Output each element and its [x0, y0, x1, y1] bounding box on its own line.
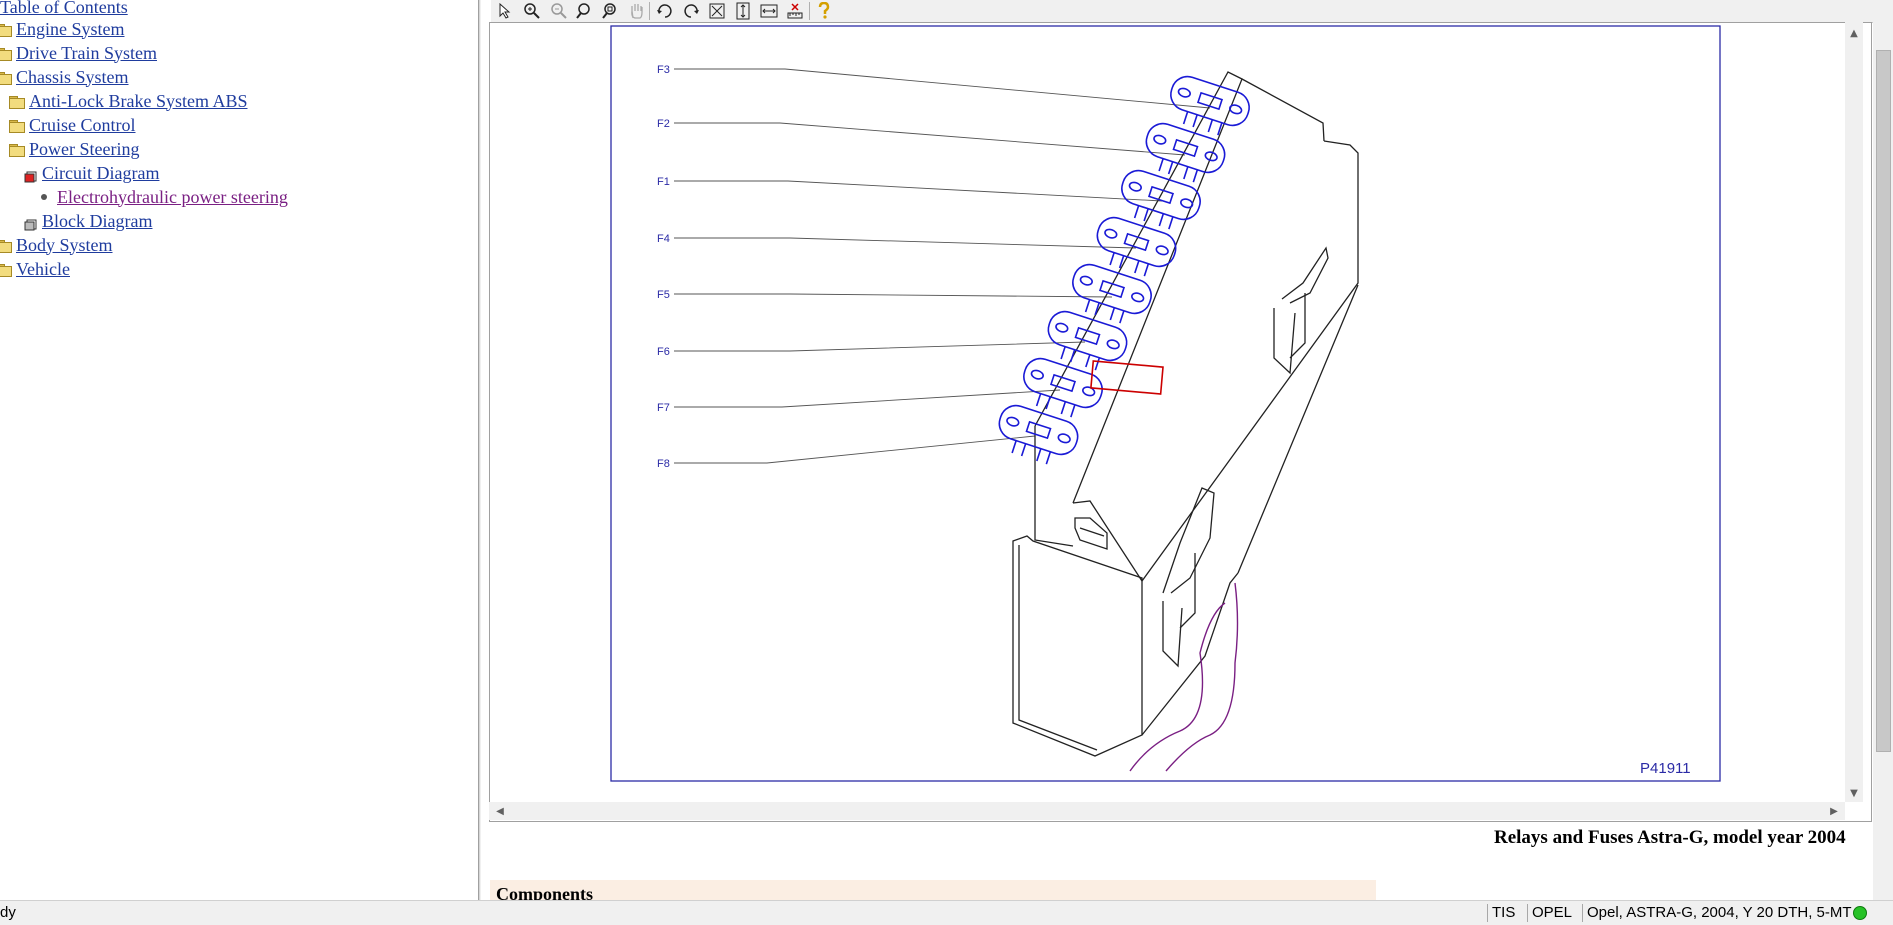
tree-item-label[interactable]: Engine System [16, 19, 125, 40]
drawing-viewer[interactable]: F3 F2 F1 F4 F5 F6 F7 F8 P41911 [489, 22, 1872, 822]
scroll-left-icon[interactable]: ◀ [491, 802, 509, 820]
folder-icon [0, 239, 12, 253]
pane-splitter[interactable] [478, 0, 481, 900]
tree-item-electrohydraulic[interactable]: Electrohydraulic power steering [38, 185, 288, 209]
fuse-label-f8: F8 [657, 458, 670, 470]
block-diagram-icon [24, 215, 37, 231]
circuit-diagram-icon [24, 167, 37, 183]
status-brand: OPEL [1527, 904, 1583, 922]
folder-icon [0, 23, 12, 37]
zoom-icon[interactable] [575, 1, 595, 21]
tree-item-vehicle[interactable]: Vehicle [0, 257, 70, 281]
tree-item-body-system[interactable]: Body System [0, 233, 113, 257]
status-system: TIS [1487, 904, 1528, 922]
fuse-label-f6: F6 [657, 346, 670, 358]
tree-item-label[interactable]: Body System [16, 235, 113, 256]
tree-item-engine-system[interactable]: Engine System [0, 17, 125, 41]
fuse-label-f7: F7 [657, 402, 670, 414]
rotate-left-icon[interactable] [655, 1, 675, 21]
tree-item-chassis-system[interactable]: Chassis System [0, 65, 129, 89]
fuse-label-f5: F5 [657, 289, 670, 301]
tree-item-block-diagram[interactable]: Block Diagram [24, 209, 152, 233]
tree-item-drive-train[interactable]: Drive Train System [0, 41, 157, 65]
tree-item-label[interactable]: Drive Train System [16, 43, 157, 64]
fuse-box-drawing: F3 F2 F1 F4 F5 F6 F7 F8 P41911 [610, 25, 1721, 782]
fit-all-icon[interactable] [707, 1, 727, 21]
zoom-window-icon[interactable] [601, 1, 621, 21]
rotate-right-icon[interactable] [681, 1, 701, 21]
fit-height-icon[interactable] [733, 1, 753, 21]
tree-item-abs[interactable]: Anti-Lock Brake System ABS [9, 89, 248, 113]
folder-icon [9, 95, 25, 109]
bullet-icon [41, 194, 47, 200]
tree-item-label[interactable]: Cruise Control [29, 115, 136, 136]
tree-item-label[interactable]: Circuit Diagram [42, 163, 159, 184]
select-arrow-icon[interactable] [495, 1, 515, 21]
folder-icon [0, 263, 12, 277]
tree-item-label[interactable]: Vehicle [16, 259, 70, 280]
tree-item-label[interactable]: Power Steering [29, 139, 139, 160]
pan-hand-icon[interactable] [627, 1, 647, 21]
fuse-label-f1: F1 [657, 176, 670, 188]
status-bar: dy TIS OPEL Opel, ASTRA-G, 2004, Y 20 DT… [0, 900, 1893, 925]
zoom-out-icon[interactable] [549, 1, 569, 21]
folder-open-icon [9, 143, 25, 157]
fuse-shape [1072, 263, 1152, 324]
page-vertical-scrollbar[interactable] [1873, 0, 1893, 900]
tree-item-cruise-control[interactable]: Cruise Control [9, 113, 136, 137]
tree-item-label[interactable]: Electrohydraulic power steering [57, 187, 288, 208]
tree-item-circuit-diagram[interactable]: Circuit Diagram [24, 161, 159, 185]
fuse-shape [1047, 310, 1128, 371]
viewer-vertical-scrollbar[interactable]: ▲ ▼ [1845, 22, 1863, 802]
document-title: Relays and Fuses Astra-G, model year 200… [1494, 827, 1846, 848]
viewer-toolbar [491, 0, 1893, 23]
tree-item-label[interactable]: Anti-Lock Brake System ABS [29, 91, 248, 112]
folder-icon [9, 119, 25, 133]
fuse-shape [998, 404, 1079, 465]
scroll-right-icon[interactable]: ▶ [1825, 802, 1843, 820]
help-icon[interactable] [814, 1, 834, 21]
viewer-horizontal-scrollbar[interactable]: ◀ ▶ [489, 802, 1845, 820]
figure-id: P41911 [1640, 760, 1691, 777]
folder-icon [0, 47, 12, 61]
folder-open-icon [0, 71, 12, 85]
connection-status-icon [1853, 906, 1867, 920]
status-text: dy [0, 904, 16, 921]
zoom-in-icon[interactable] [522, 1, 542, 21]
measure-icon[interactable] [785, 1, 805, 21]
fit-width-icon[interactable] [759, 1, 779, 21]
fuse-label-f2: F2 [657, 118, 670, 130]
scroll-up-icon[interactable]: ▲ [1845, 24, 1863, 42]
fuse-shape [1170, 75, 1250, 136]
tree-item-power-steering[interactable]: Power Steering [9, 137, 139, 161]
toc-root-link[interactable]: Table of Contents [0, 0, 128, 18]
fuse-label-f4: F4 [657, 233, 670, 245]
fuse-label-f3: F3 [657, 64, 670, 76]
tree-item-label[interactable]: Chassis System [16, 67, 129, 88]
tree-item-label[interactable]: Block Diagram [42, 211, 152, 232]
scroll-down-icon[interactable]: ▼ [1845, 784, 1863, 802]
status-vehicle: Opel, ASTRA-G, 2004, Y 20 DTH, 5-MT [1582, 904, 1852, 922]
toc-tree-pane: Table of Contents Engine System Drive Tr… [0, 0, 478, 900]
scrollbar-thumb[interactable] [1876, 50, 1891, 752]
components-section: Components [490, 880, 1376, 904]
